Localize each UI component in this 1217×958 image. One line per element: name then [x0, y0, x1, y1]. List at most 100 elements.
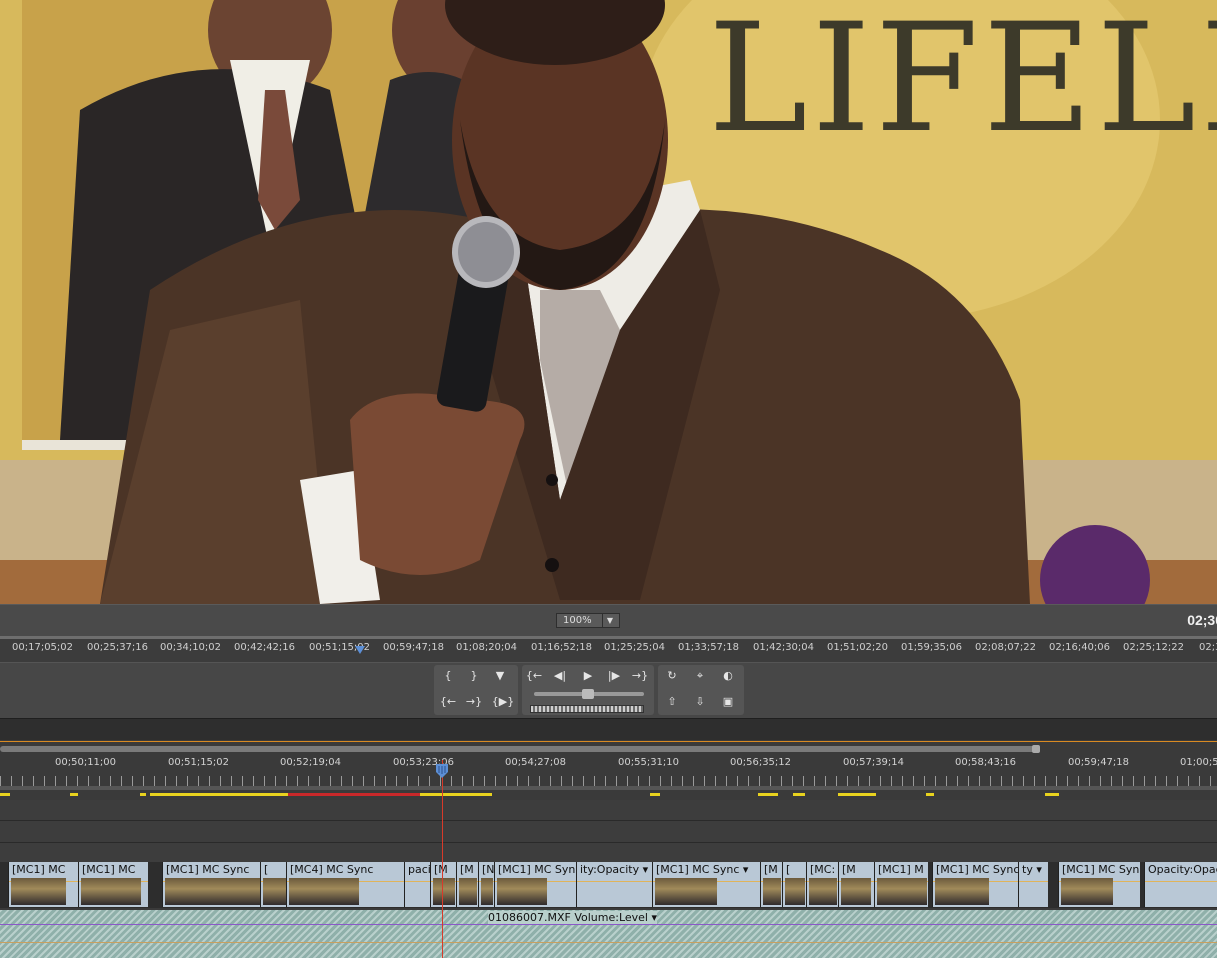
timeline-ruler-label: 00;57;39;14 [843, 757, 905, 768]
audio-track-1[interactable]: 01086007.MXF Volume:Level ▾ [0, 910, 1217, 958]
clip-thumbnail [655, 878, 717, 905]
clip-thumbnail [433, 878, 455, 905]
timeline-clip[interactable]: [M [430, 862, 456, 907]
play-button[interactable]: ▶ [578, 667, 598, 685]
audio-clip-label: 01086007.MXF Volume:Level ▾ [488, 911, 658, 924]
monitor-ruler-label: 00;34;10;02 [160, 642, 222, 653]
render-segment [1045, 793, 1059, 796]
timeline-zoom-scrollbar[interactable] [0, 745, 1040, 753]
shuttle-slider[interactable] [534, 689, 644, 699]
zoom-level-dropdown[interactable]: 100% ▼ [556, 613, 620, 628]
timeline-ruler-label: 00;58;43;16 [955, 757, 1017, 768]
timeline-clip[interactable]: [M [456, 862, 478, 907]
shuttle-knob[interactable] [582, 689, 594, 699]
mark-in-button[interactable]: { [438, 667, 458, 685]
clip-thumbnail [11, 878, 66, 905]
safe-margins-button[interactable]: ⌖ [690, 667, 710, 685]
render-segment [288, 793, 420, 796]
timeline-ruler-label: 01;00;5 [1180, 757, 1217, 768]
add-marker-button[interactable]: ▼ [490, 667, 510, 685]
export-frame-button[interactable]: ▣ [718, 693, 738, 711]
playhead-timecode[interactable]: 02;30 [1187, 612, 1217, 628]
timeline-clip[interactable]: Opacity:Opac [1144, 862, 1217, 907]
clip-label: [MC1] MC Sync ▾ [656, 863, 749, 876]
monitor-ruler-label: 00;25;37;16 [87, 642, 149, 653]
program-monitor-frame: LIFELIN [0, 0, 1217, 604]
clip-thumbnail [481, 878, 493, 905]
timeline-ruler-label: 00;52;19;04 [280, 757, 342, 768]
clip-thumbnail [935, 878, 989, 905]
timeline-clip[interactable]: [MC: [806, 862, 838, 907]
clip-label: [M [764, 863, 778, 876]
timeline-time-ruler[interactable]: 00;50;11;00 00;51;15;02 00;52;19;04 00;53;2… [0, 754, 1217, 790]
timeline-clip[interactable]: [M [760, 862, 782, 907]
playhead-line[interactable] [442, 760, 443, 958]
monitor-playhead-icon[interactable] [355, 646, 365, 654]
timeline-clip[interactable]: ity:Opacity ▾ [576, 862, 652, 907]
timeline-clip[interactable]: [MC1] MC [78, 862, 148, 907]
go-to-out-point-button[interactable]: →} [630, 667, 650, 685]
lift-button[interactable]: ⇧ [662, 693, 682, 711]
clip-thumbnail [263, 878, 287, 905]
render-segment [758, 793, 778, 796]
monitor-ruler-label: 00;59;47;18 [383, 642, 445, 653]
zoom-scrollbar-handle[interactable] [1032, 745, 1040, 753]
clip-thumbnail [809, 878, 837, 905]
level-rubberband[interactable] [0, 942, 1217, 943]
monitor-ruler-label: 00;17;05;02 [12, 642, 74, 653]
render-segment [420, 793, 492, 796]
clip-thumbnail [841, 878, 871, 905]
extract-button[interactable]: ⇩ [690, 693, 710, 711]
output-button[interactable]: ◐ [718, 667, 738, 685]
jog-wheel[interactable] [530, 705, 644, 713]
clip-label: [MC1] MC Sync [936, 863, 1020, 876]
opacity-rubberband[interactable] [1145, 881, 1217, 882]
go-to-in-button[interactable]: {← [438, 693, 458, 711]
timeline-clip[interactable]: [M [838, 862, 874, 907]
timeline-ruler-label: 00;56;35;12 [730, 757, 792, 768]
render-segment [70, 793, 78, 796]
volume-rubberband[interactable] [0, 924, 1217, 925]
clip-label: [MC1] MC Sync [498, 863, 582, 876]
go-to-out-button[interactable]: →} [464, 693, 484, 711]
timeline-clip[interactable]: [MC1] MC Sync ▾ [652, 862, 760, 907]
ruler-base [0, 786, 1217, 790]
clip-thumbnail [1061, 878, 1113, 905]
clip-thumbnail [165, 878, 275, 905]
timeline-clip[interactable]: [MC1] MC [8, 862, 78, 907]
video-track-1[interactable]: [MC1] MC [MC1] MC [MC1] MC Sync [ [MC4] MC S… [0, 862, 1217, 908]
clip-label: Opacity:Opac [1148, 863, 1217, 876]
timeline-clip[interactable]: [ [782, 862, 806, 907]
timeline-clip[interactable]: [ [260, 862, 288, 907]
clip-label: [MC1] M [878, 863, 924, 876]
clip-label: [M [434, 863, 448, 876]
timeline-clip[interactable]: [MC1] M [874, 862, 928, 907]
opacity-rubberband[interactable] [577, 881, 652, 882]
timeline-clip[interactable]: [MC4] MC Sync [286, 862, 404, 907]
opacity-rubberband[interactable] [1019, 881, 1048, 882]
video-track-upper[interactable] [0, 800, 1217, 862]
step-back-button[interactable]: ◀| [550, 667, 570, 685]
chevron-down-icon: ▼ [602, 614, 617, 627]
step-forward-button[interactable]: |▶ [604, 667, 624, 685]
play-in-to-out-button[interactable]: {▶} [490, 693, 516, 711]
timeline-clip[interactable]: [MC1] MC Sync [1058, 862, 1140, 907]
go-to-in-point-button[interactable]: {← [524, 667, 544, 685]
timeline-clip[interactable]: [MC1] MC Sync [932, 862, 1024, 907]
panel-divider[interactable] [0, 718, 1217, 741]
mark-out-button[interactable]: } [464, 667, 484, 685]
loop-button[interactable]: ↻ [662, 667, 682, 685]
timeline-ruler-label: 00;55;31;10 [618, 757, 680, 768]
clip-label: [ [264, 863, 269, 876]
monitor-time-ruler[interactable]: 00;17;05;02 00;25;37;16 00;34;10;02 00;42;4… [0, 636, 1217, 662]
clip-thumbnail [459, 878, 477, 905]
timeline-clip[interactable]: [N [478, 862, 494, 907]
transport-controls: { } ▼ {← →} {▶} {← ◀| ▶ |▶ →} ↻ ⌖ ◐ ⇧ ⇩ … [0, 662, 1217, 719]
render-status-bar [0, 793, 1217, 797]
render-segment [793, 793, 805, 796]
timeline-clip[interactable]: ty ▾ [1018, 862, 1048, 907]
timeline-ruler-label: 00;51;15;02 [168, 757, 230, 768]
clip-thumbnail [497, 878, 547, 905]
playhead-marker-icon[interactable] [436, 764, 448, 778]
render-segment [926, 793, 934, 796]
